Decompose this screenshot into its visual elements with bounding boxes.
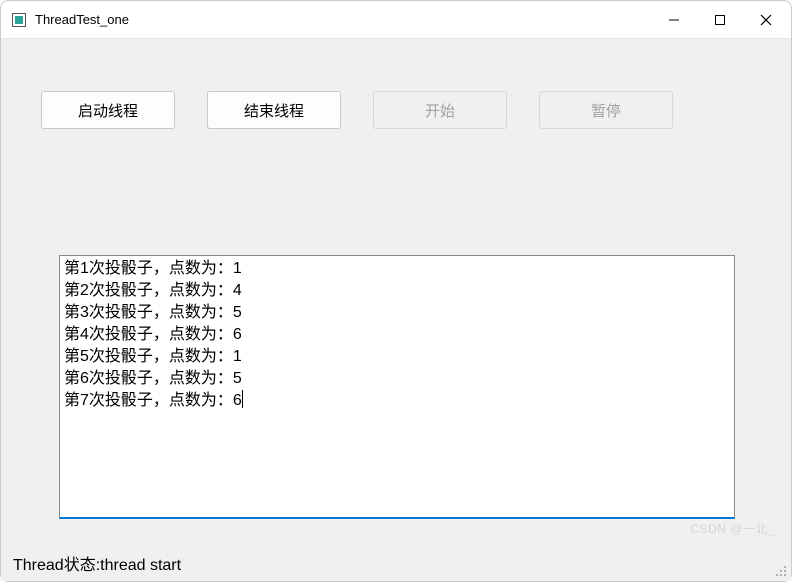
start-thread-button[interactable]: 启动线程: [41, 91, 175, 129]
begin-button[interactable]: 开始: [373, 91, 507, 129]
client-area: 启动线程 结束线程 开始 暂停 第1次投骰子，点数为：1 第2次投骰子，点数为：…: [1, 39, 791, 581]
app-icon: [11, 12, 27, 28]
close-button[interactable]: [743, 2, 789, 38]
log-line: 第4次投骰子，点数为：6: [64, 324, 730, 346]
minimize-button[interactable]: [651, 2, 697, 38]
watermark: CSDN @一北_: [690, 520, 775, 537]
text-caret: [242, 390, 243, 408]
end-thread-button[interactable]: 结束线程: [207, 91, 341, 129]
button-row: 启动线程 结束线程 开始 暂停: [41, 91, 673, 129]
log-line: 第1次投骰子，点数为：1: [64, 258, 730, 280]
resize-grip[interactable]: [773, 563, 787, 577]
titlebar[interactable]: ThreadTest_one: [1, 1, 791, 39]
pause-button[interactable]: 暂停: [539, 91, 673, 129]
log-line: 第3次投骰子，点数为：5: [64, 302, 730, 324]
maximize-button[interactable]: [697, 2, 743, 38]
log-line: 第2次投骰子，点数为：4: [64, 280, 730, 302]
window-title: ThreadTest_one: [35, 12, 129, 27]
log-text: 第7次投骰子，点数为：6: [64, 392, 242, 409]
log-line: 第7次投骰子，点数为：6: [64, 390, 730, 412]
status-label: Thread状态:thread start: [13, 551, 181, 575]
log-line: 第5次投骰子，点数为：1: [64, 346, 730, 368]
log-textbox[interactable]: 第1次投骰子，点数为：1 第2次投骰子，点数为：4 第3次投骰子，点数为：5 第…: [59, 255, 735, 519]
log-line: 第6次投骰子，点数为：5: [64, 368, 730, 390]
